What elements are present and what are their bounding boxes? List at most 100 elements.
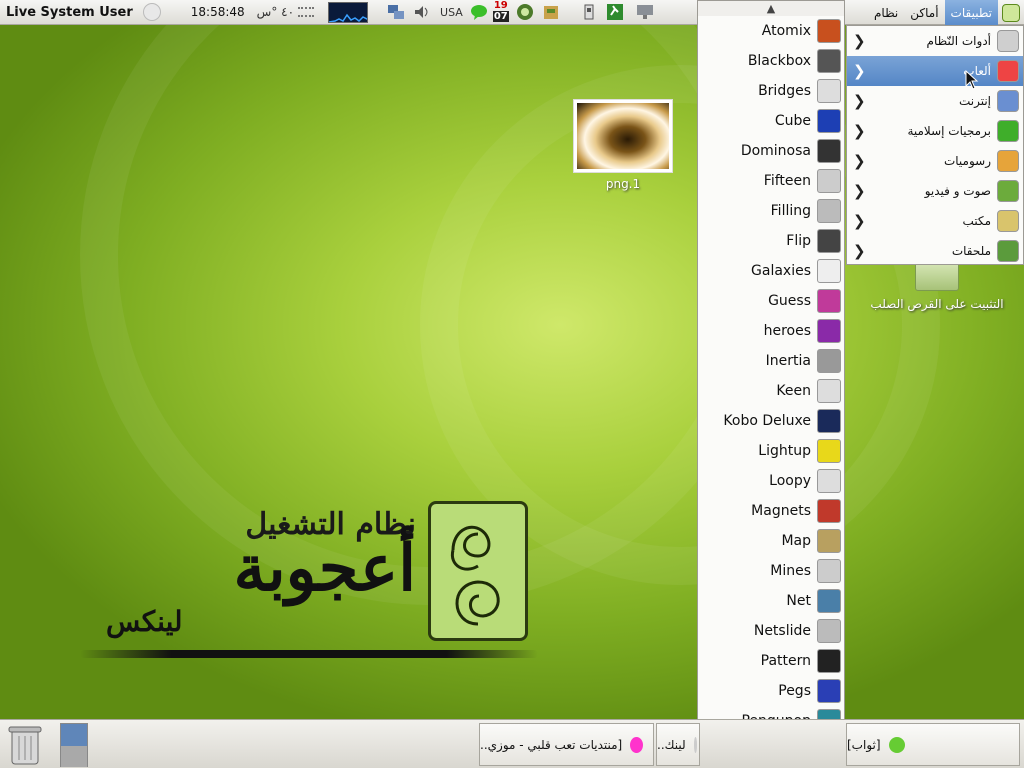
games-menu-item[interactable]: Net <box>698 586 844 616</box>
game-label: Fifteen <box>763 173 811 189</box>
games-menu-item[interactable]: Map <box>698 526 844 556</box>
app-menu-item[interactable]: ألعاب ❮ <box>847 56 1023 86</box>
menu-system[interactable]: نظام <box>868 0 904 25</box>
chat-icon[interactable] <box>469 3 489 21</box>
package-icon[interactable] <box>541 3 561 21</box>
user-switcher[interactable]: Live System User <box>6 5 133 20</box>
scroll-up-arrow-icon[interactable]: ▲ <box>698 1 844 16</box>
game-label: Pattern <box>760 653 811 669</box>
weather-temperature[interactable]: ٤٠ °س <box>257 5 294 19</box>
games-menu-item[interactable]: Netslide <box>698 616 844 646</box>
game-icon <box>817 289 841 313</box>
game-label: Keen <box>776 383 811 399</box>
submenu-arrow-icon: ❮ <box>853 212 866 230</box>
games-menu-item[interactable]: Filling <box>698 196 844 226</box>
app-menu-item[interactable]: أدوات النّظام ❮ <box>847 26 1023 56</box>
system-monitor-graph[interactable] <box>328 1 369 23</box>
menu-applications[interactable]: تطبيقات <box>944 0 998 25</box>
game-label: Flip <box>786 233 811 249</box>
workspace-1[interactable] <box>61 724 87 746</box>
games-menu-item[interactable]: Keen <box>698 376 844 406</box>
desktop-icon-label: png.1 <box>605 177 641 191</box>
games-menu-item[interactable]: Flip <box>698 226 844 256</box>
task-label: لينك.. <box>657 737 686 752</box>
internet-globe-icon <box>997 90 1019 112</box>
games-menu-item[interactable]: Inertia <box>698 346 844 376</box>
sound-video-icon <box>997 180 1019 202</box>
game-icon <box>817 349 841 373</box>
app-menu-item[interactable]: إنترنت ❮ <box>847 86 1023 116</box>
calendar-date[interactable]: 19 07 <box>492 0 509 24</box>
menu-places[interactable]: أماكن <box>904 0 944 25</box>
games-menu-item[interactable]: Cube <box>698 106 844 136</box>
game-icon <box>817 109 841 133</box>
clock[interactable]: 18:58:48 <box>191 5 245 19</box>
logout-icon[interactable] <box>605 3 625 21</box>
game-label: Magnets <box>751 503 811 519</box>
app-menu-item[interactable]: برمجيات إسلامية ❮ <box>847 116 1023 146</box>
desktop-icon-label: التثبيت على القرص الصلب <box>870 297 1004 311</box>
app-menu-item-label: برمجيات إسلامية <box>907 124 991 138</box>
game-label: Kobo Deluxe <box>723 413 811 429</box>
games-menu-item[interactable]: Kobo Deluxe <box>698 406 844 436</box>
game-icon <box>817 49 841 73</box>
games-menu-item[interactable]: Magnets <box>698 496 844 526</box>
applications-logo-icon <box>1002 3 1020 22</box>
taskbar-button[interactable]: [منتديات تعب قلبي - موزي.. <box>479 723 654 766</box>
user-status-icon[interactable] <box>142 3 161 21</box>
games-menu-item[interactable]: Mines <box>698 556 844 586</box>
app-menu-item-label: رسوميات <box>943 154 991 168</box>
submenu-arrow-icon: ❮ <box>853 32 866 50</box>
game-label: Blackbox <box>747 53 811 69</box>
workspace-2[interactable] <box>61 746 87 767</box>
games-menu-item[interactable]: Atomix <box>698 16 844 46</box>
trash-icon[interactable] <box>6 724 44 766</box>
network-icon[interactable] <box>386 3 406 21</box>
display-icon[interactable] <box>635 3 655 21</box>
game-icon <box>817 169 841 193</box>
games-menu-item[interactable]: Loopy <box>698 466 844 496</box>
workspace-switcher[interactable] <box>60 723 88 767</box>
games-menu-item[interactable]: Blackbox <box>698 46 844 76</box>
games-menu-item[interactable]: Galaxies <box>698 256 844 286</box>
app-menu-item[interactable]: ملحقات ❮ <box>847 236 1023 266</box>
game-label: Guess <box>768 293 811 309</box>
app-menu-item[interactable]: رسوميات ❮ <box>847 146 1023 176</box>
games-menu-item[interactable]: Fifteen <box>698 166 844 196</box>
game-label: Filling <box>770 203 811 219</box>
bottom-panel: [ثواب] لينك.. [منتديات تعب قلبي - موزي.. <box>0 719 1024 768</box>
system-tools-icon <box>997 30 1019 52</box>
taskbar-button[interactable]: لينك.. <box>656 723 700 766</box>
applications-menu: أدوات النّظام ❮ ألعاب ❮ إنترنت ❮ برمجيات إسلام… <box>846 25 1024 265</box>
game-label: Netslide <box>753 623 811 639</box>
games-menu-item[interactable]: Dominosa <box>698 136 844 166</box>
games-menu-item[interactable]: Guess <box>698 286 844 316</box>
app-menu-item[interactable]: صوت و فيديو ❮ <box>847 176 1023 206</box>
game-label: Atomix <box>761 23 811 39</box>
games-menu-item[interactable]: Pattern <box>698 646 844 676</box>
games-menu-item[interactable]: Pegs <box>698 676 844 706</box>
weather-fog-icon <box>298 7 315 17</box>
games-menu-item[interactable]: heroes <box>698 316 844 346</box>
games-menu-item[interactable]: Lightup <box>698 436 844 466</box>
desktop-icon-png1[interactable]: png.1 <box>573 99 673 191</box>
update-manager-icon[interactable] <box>515 3 535 21</box>
games-menu-item[interactable]: Bridges <box>698 76 844 106</box>
game-icon <box>817 649 841 673</box>
app-menu-item[interactable]: مكتب ❮ <box>847 206 1023 236</box>
game-icon <box>817 589 841 613</box>
volume-icon[interactable] <box>412 3 432 21</box>
desktop-icon-install[interactable]: التثبيت على القرص الصلب <box>866 261 1008 311</box>
game-label: Pegs <box>778 683 811 699</box>
mouse-cursor-icon <box>965 69 979 94</box>
keyboard-layout[interactable]: USA <box>440 6 463 19</box>
game-icon <box>817 229 841 253</box>
accessories-icon <box>997 240 1019 262</box>
image-thumbnail <box>573 99 673 173</box>
usb-drive-icon[interactable] <box>579 3 599 21</box>
office-icon <box>997 210 1019 232</box>
taskbar-button[interactable]: [ثواب] <box>846 723 1020 766</box>
game-label: heroes <box>763 323 811 339</box>
browser-icon <box>630 736 643 753</box>
game-icon <box>817 469 841 493</box>
